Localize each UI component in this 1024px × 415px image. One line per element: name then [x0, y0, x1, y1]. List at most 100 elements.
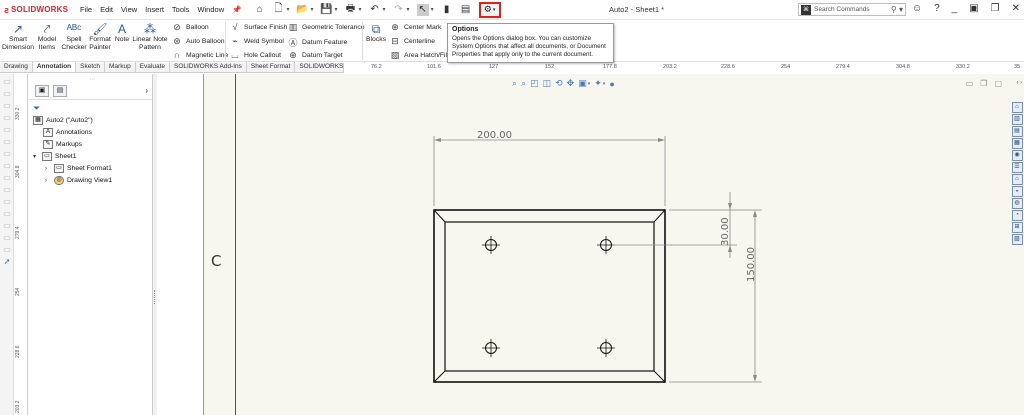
featuremanager-tab-icon[interactable]: ▣ — [35, 85, 49, 97]
tree-sheet[interactable]: ▾ ▭ Sheet1 — [33, 152, 77, 161]
strip-icon[interactable]: ▭ — [2, 77, 12, 86]
menu-edit[interactable]: Edit — [100, 5, 113, 14]
solidworks-logo[interactable]: ƨ SOLIDWORKS — [4, 5, 70, 15]
tile-icon[interactable]: ▣ — [969, 3, 978, 14]
search-input[interactable]: Search Commands — [814, 6, 870, 13]
height-dimension[interactable]: 150.00 — [669, 210, 762, 383]
splitter-grip[interactable] — [154, 290, 156, 304]
menu-insert[interactable]: Insert — [145, 5, 164, 14]
auto-balloon-button[interactable]: ⊛ Auto Balloon — [172, 36, 224, 47]
new-caret-icon[interactable]: ▾ — [286, 6, 289, 13]
centerline-button[interactable]: ⊟ Centerline — [390, 36, 435, 47]
redo-icon[interactable]: ↷ — [393, 4, 405, 16]
weld-symbol-button[interactable]: ⌁ Weld Symbol — [230, 36, 284, 47]
tab-addins[interactable]: SOLIDWORKS Add-Ins — [170, 62, 247, 72]
format-painter-button[interactable]: 🖌 Format Painter — [88, 22, 112, 52]
blocks-button[interactable]: ⧉ Blocks — [366, 22, 386, 44]
menu-view[interactable]: View — [121, 5, 137, 14]
expand-arrow-icon[interactable]: › — [45, 178, 51, 184]
strip-icon[interactable]: ▭ — [2, 245, 12, 254]
search-icon[interactable]: ⚲ ▾ — [891, 5, 903, 14]
drawing-view[interactable]: 200.00 30.00 150.00 — [157, 74, 1024, 415]
save-caret-icon[interactable]: ▾ — [335, 6, 338, 13]
strip-icon[interactable]: ▭ — [2, 149, 12, 158]
tree-annotations[interactable]: A Annotations — [43, 128, 92, 137]
plate-inner-edge[interactable] — [444, 221, 655, 372]
tree-markups[interactable]: ✎ Markups — [43, 140, 82, 149]
redo-caret-icon[interactable]: ▾ — [407, 6, 410, 13]
tree-root[interactable]: ▦ Auto2 ("Auto2") — [33, 116, 93, 125]
tab-evaluate[interactable]: Evaluate — [136, 62, 170, 72]
expand-arrow-icon[interactable]: › — [145, 86, 148, 95]
tab-markup[interactable]: Markup — [105, 62, 136, 72]
filter-icon[interactable]: ⏷ — [33, 103, 40, 114]
strip-icon[interactable]: ▭ — [2, 161, 12, 170]
undo-caret-icon[interactable]: ▾ — [383, 6, 386, 13]
model-items-button[interactable]: ⤤ Model Items — [36, 22, 58, 52]
open-icon[interactable]: 📂 — [296, 4, 308, 16]
magnetic-line-button[interactable]: ∩ Magnetic Line — [172, 50, 229, 60]
smart-dimension-button[interactable]: ↗ Smart Dimension — [2, 22, 34, 52]
strip-icon[interactable]: ▭ — [2, 101, 12, 110]
close-icon[interactable]: ✕ — [1012, 3, 1020, 14]
select-icon[interactable]: ↖ — [416, 3, 429, 16]
expand-arrow-icon[interactable]: › — [45, 166, 51, 172]
file-properties-icon[interactable]: ▤ — [460, 4, 472, 16]
hole-callout-button[interactable]: ⌴ Hole Callout — [230, 50, 281, 61]
traffic-light-icon[interactable]: ▮ — [441, 4, 453, 16]
print-icon[interactable]: 🖶 — [345, 3, 357, 16]
undo-icon[interactable]: ↶ — [369, 4, 381, 16]
search-type-icon[interactable]: ⌘ — [801, 4, 811, 15]
pin-arrow-icon[interactable]: ➚ — [2, 257, 12, 266]
strip-icon[interactable]: ▭ — [2, 221, 12, 230]
tab-sheet-format[interactable]: Sheet Format — [247, 62, 296, 72]
menu-file[interactable]: File — [80, 5, 92, 14]
hole[interactable] — [597, 339, 615, 357]
options-button[interactable]: ⚙ ▾ — [478, 1, 501, 18]
strip-icon[interactable]: ▭ — [2, 185, 12, 194]
tab-sketch[interactable]: Sketch — [76, 62, 106, 72]
print-caret-icon[interactable]: ▾ — [359, 6, 362, 13]
spell-checker-button[interactable]: ᴬᴮᶜ Spell Checker — [61, 22, 86, 52]
plate-outer-edge[interactable] — [433, 209, 666, 383]
home-icon[interactable]: ⌂ — [253, 4, 265, 16]
strip-icon[interactable]: ▭ — [2, 125, 12, 134]
surface-finish-button[interactable]: √ Surface Finish — [230, 22, 288, 32]
select-caret-icon[interactable]: ▾ — [431, 6, 434, 13]
save-icon[interactable]: 💾 — [320, 4, 332, 16]
tree-sheet-format[interactable]: › ▭ Sheet Format1 — [45, 164, 112, 173]
strip-icon[interactable]: ▭ — [2, 89, 12, 98]
strip-icon[interactable]: ▭ — [2, 209, 12, 218]
strip-icon[interactable]: ▭ — [2, 233, 12, 242]
datum-feature-button[interactable]: Ⓐ Datum Feature — [288, 36, 347, 49]
hole[interactable] — [482, 339, 500, 357]
strip-icon[interactable]: ▭ — [2, 137, 12, 146]
user-icon[interactable]: ☺ — [912, 3, 922, 14]
menu-tools[interactable]: Tools — [172, 5, 190, 14]
area-hatch-button[interactable]: ▧ Area Hatch/Fill — [390, 50, 449, 61]
restore-icon[interactable]: ❐ — [991, 3, 1000, 14]
pin-icon[interactable]: 📌 — [232, 5, 241, 14]
hole[interactable] — [482, 236, 500, 254]
tab-annotation[interactable]: Annotation — [32, 62, 77, 72]
strip-icon[interactable]: ▭ — [2, 173, 12, 182]
help-icon[interactable]: ? — [934, 3, 940, 14]
tree-drawing-view[interactable]: › ◎ Drawing View1 — [45, 176, 112, 185]
width-dimension[interactable]: 200.00 — [433, 130, 666, 206]
graphics-area[interactable]: C ⌕ ⌕ ◰ ◫ ⟲ ✥ ▣ ▾ ✦ ▾ ● ▭ ❐ ▢ ‹ › ⌂ ▥ ▤ ▦ … — [157, 74, 1024, 415]
new-document-icon[interactable]: 🗋 — [272, 3, 284, 16]
menu-window[interactable]: Window — [197, 5, 224, 14]
search-commands[interactable]: ⌘ Search Commands ⚲ ▾ — [798, 3, 906, 16]
tab-drawing[interactable]: Drawing — [0, 62, 33, 72]
balloon-button[interactable]: ⊘ Balloon — [172, 22, 208, 33]
strip-icon[interactable]: ▭ — [2, 197, 12, 206]
strip-icon[interactable]: ▭ — [2, 113, 12, 122]
note-button[interactable]: A Note — [113, 22, 131, 44]
collapse-arrow-icon[interactable]: ▾ — [33, 153, 39, 160]
hole-offset-dimension[interactable]: 30.00 — [612, 192, 762, 258]
geometric-tolerance-button[interactable]: ▥ Geometric Tolerance — [288, 22, 365, 33]
minimize-icon[interactable]: _ — [952, 3, 958, 14]
open-caret-icon[interactable]: ▾ — [310, 6, 313, 13]
linear-note-pattern-button[interactable]: ⁂ Linear Note Pattern — [132, 22, 168, 52]
datum-target-button[interactable]: ⊕ Datum Target — [288, 50, 342, 61]
